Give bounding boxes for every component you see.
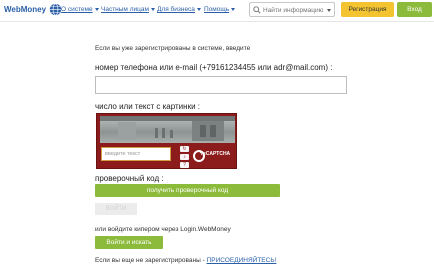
nav-about-label: О системе [61, 6, 93, 13]
submit-button-disabled: ВОЙТИ [95, 203, 137, 215]
nav-business[interactable]: Для бизнеса [157, 6, 201, 13]
chevron-down-icon [150, 8, 155, 11]
register-button[interactable]: Регистрация [341, 2, 394, 17]
phone-email-input[interactable] [95, 76, 347, 94]
refresh-icon[interactable]: ↻ [180, 146, 189, 152]
nav-help-label: Помощь [204, 6, 230, 13]
intro-text: Если вы уже зарегистрированы в системе, … [95, 45, 251, 52]
phone-email-label: номер телефона или e-mail (+79161234455 … [95, 63, 333, 72]
nav-business-label: Для бизнеса [157, 6, 195, 13]
captcha-text-input[interactable]: введите текст [101, 147, 171, 161]
recaptcha-brand: reCAPTCHA [201, 151, 231, 157]
chevron-down-icon [231, 8, 236, 11]
get-code-button[interactable]: получить проверочный код [95, 184, 280, 197]
captcha-label: число или текст с картинки : [95, 102, 200, 111]
join-link[interactable]: ПРИСОЕДИНЯЙТЕСЬ! [207, 257, 277, 264]
nav-individuals[interactable]: Частным лицам [101, 6, 155, 13]
search-input[interactable] [263, 5, 323, 15]
nav-help[interactable]: Помощь [204, 6, 236, 13]
login-keeper-text: или войдите кипером через Login.WebMoney [95, 226, 231, 233]
audio-icon[interactable]: ♪ [180, 154, 189, 160]
verification-code-label: проверочный код : [95, 174, 164, 183]
help-icon[interactable]: ? [180, 162, 189, 168]
recaptcha-logo: reCAPTCHA [192, 145, 234, 165]
not-registered-text: Если вы еще не зарегистрированы - ПРИСОЕ… [95, 257, 276, 264]
not-registered-prefix: Если вы еще не зарегистрированы - [95, 257, 207, 264]
chevron-down-icon[interactable] [327, 9, 331, 12]
top-bar: WebMoney О системе Частным лицам Для биз… [0, 0, 434, 22]
chevron-down-icon [94, 8, 99, 11]
nav-about[interactable]: О системе [61, 6, 99, 13]
search-icon [253, 6, 261, 14]
captcha-image [100, 116, 235, 143]
login-button[interactable]: Вход [397, 2, 432, 17]
webmoney-logo[interactable]: WebMoney [4, 3, 62, 16]
nav-individuals-label: Частным лицам [101, 6, 149, 13]
search-box[interactable] [249, 2, 335, 17]
logo-text: WebMoney [4, 5, 47, 14]
recaptcha-widget: введите текст ↻ ♪ ? reCAPTCHA [96, 113, 237, 169]
login-and-search-button[interactable]: Войти и искать [95, 236, 163, 249]
chevron-down-icon [196, 8, 201, 11]
